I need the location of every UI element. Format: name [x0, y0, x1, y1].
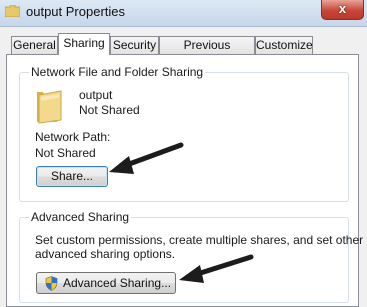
- advanced-sharing-button-label: Advanced Sharing...: [63, 276, 172, 290]
- folder-name: output: [79, 88, 113, 102]
- tab-customize[interactable]: Customize: [255, 36, 313, 54]
- tab-security[interactable]: Security: [110, 36, 159, 54]
- tab-sharing[interactable]: Sharing: [58, 33, 110, 55]
- network-path-value: Not Shared: [35, 146, 96, 160]
- tab-general[interactable]: General: [11, 36, 58, 54]
- advanced-sharing-description-line1: Set custom permissions, create multiple …: [35, 233, 364, 247]
- network-path-label: Network Path:: [35, 130, 111, 144]
- arrow-icon: [109, 142, 184, 174]
- tab-previous-versions[interactable]: Previous Versions: [159, 36, 255, 68]
- close-button[interactable]: x: [321, 0, 364, 20]
- share-button[interactable]: Share...: [36, 166, 108, 187]
- advanced-sharing-button[interactable]: Advanced Sharing...: [36, 272, 176, 294]
- network-sharing-title: Network File and Folder Sharing: [29, 65, 206, 79]
- folder-icon: [5, 5, 20, 17]
- title-bar: output Properties x: [0, 0, 367, 26]
- window-title: output Properties: [26, 4, 126, 19]
- advanced-sharing-description-line2: advanced sharing options.: [35, 247, 176, 261]
- folder-share-status: Not Shared: [79, 103, 140, 117]
- advanced-sharing-title: Advanced Sharing: [29, 210, 132, 224]
- uac-shield-icon: [45, 276, 58, 291]
- arrow-icon: [179, 254, 254, 283]
- close-icon: x: [338, 1, 347, 16]
- folder-icon: [37, 90, 62, 124]
- sharing-panel: Network File and Folder Sharing output N…: [6, 54, 363, 307]
